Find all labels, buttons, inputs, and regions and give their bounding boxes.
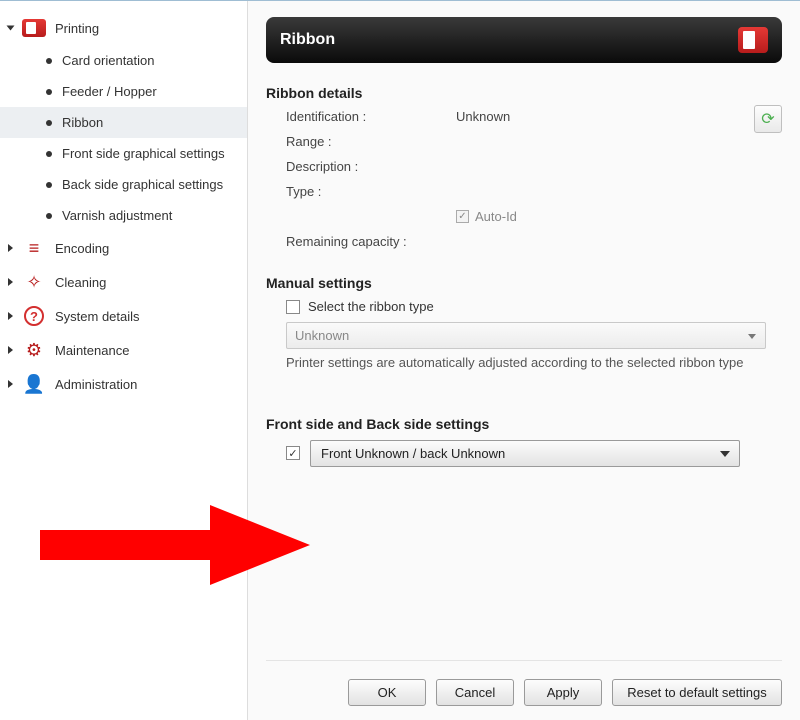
sides-title: Front side and Back side settings (266, 416, 782, 432)
caret-icon (8, 380, 13, 388)
cleaning-icon: ✧ (21, 271, 47, 293)
sidebar-item-printing[interactable]: Printing (0, 11, 247, 45)
select-ribbon-type-label: Select the ribbon type (308, 299, 434, 314)
remaining-label: Remaining capacity : (286, 234, 436, 249)
sidebar-sub-front-graphical[interactable]: Front side graphical settings (0, 138, 247, 169)
apply-button[interactable]: Apply (524, 679, 602, 706)
panel-title: Ribbon (280, 31, 335, 49)
sidebar-item-cleaning[interactable]: ✧ Cleaning (0, 265, 247, 299)
reset-button[interactable]: Reset to default settings (612, 679, 782, 706)
panel-header: Ribbon (266, 17, 782, 63)
sidebar-sub-feeder[interactable]: Feeder / Hopper (0, 76, 247, 107)
sidebar-sub-label: Feeder / Hopper (62, 84, 157, 99)
sidebar-sub-label: Ribbon (62, 115, 103, 130)
sidebar-item-label: Cleaning (55, 275, 233, 290)
sidebar-item-encoding[interactable]: ≡ Encoding (0, 231, 247, 265)
caret-icon (8, 312, 13, 320)
range-label: Range : (286, 134, 436, 149)
sidebar-item-system[interactable]: ? System details (0, 299, 247, 333)
sides-checkbox[interactable] (286, 446, 300, 460)
auto-id-row: ✓ Auto-Id (456, 209, 782, 224)
ribbon-type-combobox[interactable]: Unknown (286, 322, 766, 349)
auto-id-checkbox: ✓ (456, 210, 469, 223)
main-panel: Ribbon Ribbon details ⟳ Identification :… (248, 1, 800, 720)
sidebar-sub-varnish[interactable]: Varnish adjustment (0, 200, 247, 231)
sidebar-item-label: Printing (55, 21, 233, 36)
sidebar-sub-back-graphical[interactable]: Back side graphical settings (0, 169, 247, 200)
sidebar-item-maintenance[interactable]: ⚙ Maintenance (0, 333, 247, 367)
manual-settings-title: Manual settings (266, 275, 782, 291)
sidebar-sub-card-orientation[interactable]: Card orientation (0, 45, 247, 76)
sidebar-sub-label: Back side graphical settings (62, 177, 223, 192)
caret-icon (8, 346, 13, 354)
sidebar-item-label: System details (55, 309, 233, 324)
sidebar-sub-label: Front side graphical settings (62, 146, 225, 161)
type-label: Type : (286, 184, 436, 199)
caret-icon (7, 26, 15, 31)
dialog-buttons: OK Cancel Apply Reset to default setting… (266, 660, 782, 706)
ribbon-details-title: Ribbon details (266, 85, 782, 101)
admin-icon: 👤 (21, 373, 47, 395)
ribbon-details: ⟳ Identification : Unknown Range : Descr… (266, 109, 782, 249)
cancel-button[interactable]: Cancel (436, 679, 514, 706)
sidebar-item-administration[interactable]: 👤 Administration (0, 367, 247, 401)
sides-combobox[interactable]: Front Unknown / back Unknown (310, 440, 740, 467)
description-label: Description : (286, 159, 436, 174)
gear-icon: ⚙ (21, 339, 47, 361)
identification-value: Unknown (456, 109, 782, 124)
manual-hint: Printer settings are automatically adjus… (286, 355, 766, 372)
sidebar-item-label: Administration (55, 377, 233, 392)
sides-combo-value: Front Unknown / back Unknown (321, 446, 505, 461)
ribbon-header-icon (738, 27, 768, 53)
encoding-icon: ≡ (21, 237, 47, 259)
select-ribbon-type-checkbox[interactable] (286, 300, 300, 314)
refresh-button[interactable]: ⟳ (754, 105, 782, 133)
sidebar-sub-label: Card orientation (62, 53, 155, 68)
question-icon: ? (21, 305, 47, 327)
ok-button[interactable]: OK (348, 679, 426, 706)
sidebar-item-label: Encoding (55, 241, 233, 256)
auto-id-label: Auto-Id (475, 209, 517, 224)
identification-label: Identification : (286, 109, 436, 124)
caret-icon (8, 244, 13, 252)
printing-icon (21, 17, 47, 39)
caret-icon (8, 278, 13, 286)
sidebar-sub-label: Varnish adjustment (62, 208, 172, 223)
sidebar-sub-ribbon[interactable]: Ribbon (0, 107, 247, 138)
sidebar: Printing Card orientation Feeder / Hoppe… (0, 1, 248, 720)
sidebar-item-label: Maintenance (55, 343, 233, 358)
ribbon-type-value: Unknown (295, 328, 349, 343)
